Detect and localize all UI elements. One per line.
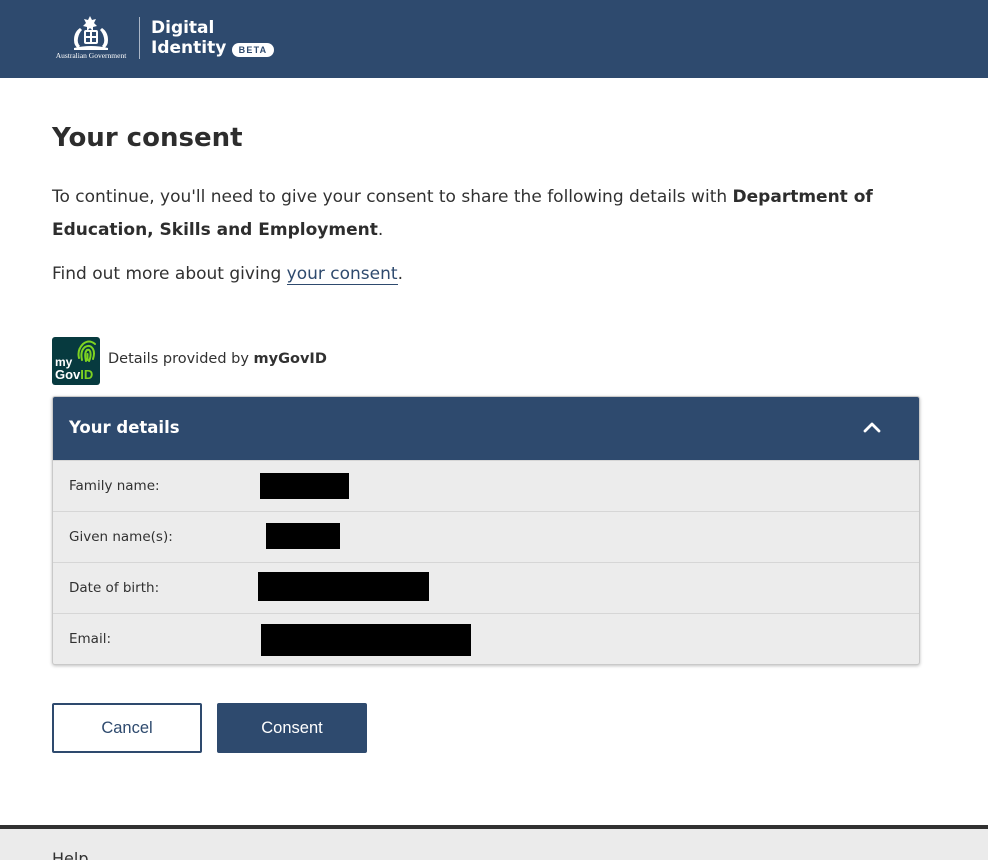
- fingerprint-icon: [77, 340, 96, 362]
- find-out-more: Find out more about giving your consent.: [52, 262, 403, 286]
- more-suffix: .: [397, 264, 403, 284]
- site-header: Australian Government Digital Identity B…: [0, 0, 988, 78]
- coat-of-arms-icon: [74, 16, 108, 50]
- detail-row-email: Email:: [53, 613, 919, 664]
- more-prefix: Find out more about giving: [52, 264, 287, 284]
- redacted-value: [261, 624, 471, 656]
- mygovid-logo: my GovID: [52, 337, 100, 385]
- site-footer: Help: [0, 825, 988, 860]
- coat-of-arms-logo[interactable]: Australian Government: [50, 14, 132, 62]
- footer-help-link[interactable]: Help: [52, 849, 88, 860]
- detail-row-date-of-birth: Date of birth:: [53, 562, 919, 613]
- detail-row-family-name: Family name:: [53, 460, 919, 511]
- provider-name: myGovID: [253, 351, 327, 367]
- detail-label: Date of birth:: [69, 580, 160, 596]
- logo-text-gov: Gov: [55, 367, 81, 382]
- your-consent-link[interactable]: your consent: [286, 264, 398, 285]
- provider-line: Details provided by myGovID: [108, 351, 327, 367]
- chevron-up-icon[interactable]: [863, 420, 881, 434]
- redacted-value: [260, 473, 349, 499]
- page-title: Your consent: [52, 123, 243, 153]
- redacted-value: [266, 523, 340, 549]
- consent-intro: To continue, you'll need to give your co…: [52, 181, 932, 247]
- service-title-line1: Digital: [151, 18, 215, 38]
- header-divider: [139, 17, 140, 59]
- provider-prefix: Details provided by: [108, 351, 254, 367]
- gov-name: Australian Government: [55, 51, 127, 60]
- logo-text-id: ID: [80, 367, 94, 382]
- beta-badge: BETA: [232, 43, 274, 57]
- details-panel-header[interactable]: Your details: [53, 397, 919, 460]
- intro-text: To continue, you'll need to give your co…: [52, 187, 733, 207]
- details-panel: Your details Family name: Given name(s):…: [52, 396, 920, 665]
- intro-end: .: [377, 220, 384, 240]
- details-panel-title: Your details: [69, 418, 180, 437]
- detail-label: Family name:: [69, 478, 160, 494]
- consent-button[interactable]: Consent: [217, 703, 367, 753]
- detail-label: Email:: [69, 631, 112, 647]
- service-title[interactable]: Digital Identity: [151, 18, 226, 58]
- detail-row-given-names: Given name(s):: [53, 511, 919, 562]
- logo-text-govid: GovID: [55, 368, 93, 382]
- cancel-button[interactable]: Cancel: [52, 703, 202, 753]
- detail-label: Given name(s):: [69, 529, 173, 545]
- redacted-value: [258, 572, 429, 601]
- service-title-line2: Identity: [151, 38, 227, 58]
